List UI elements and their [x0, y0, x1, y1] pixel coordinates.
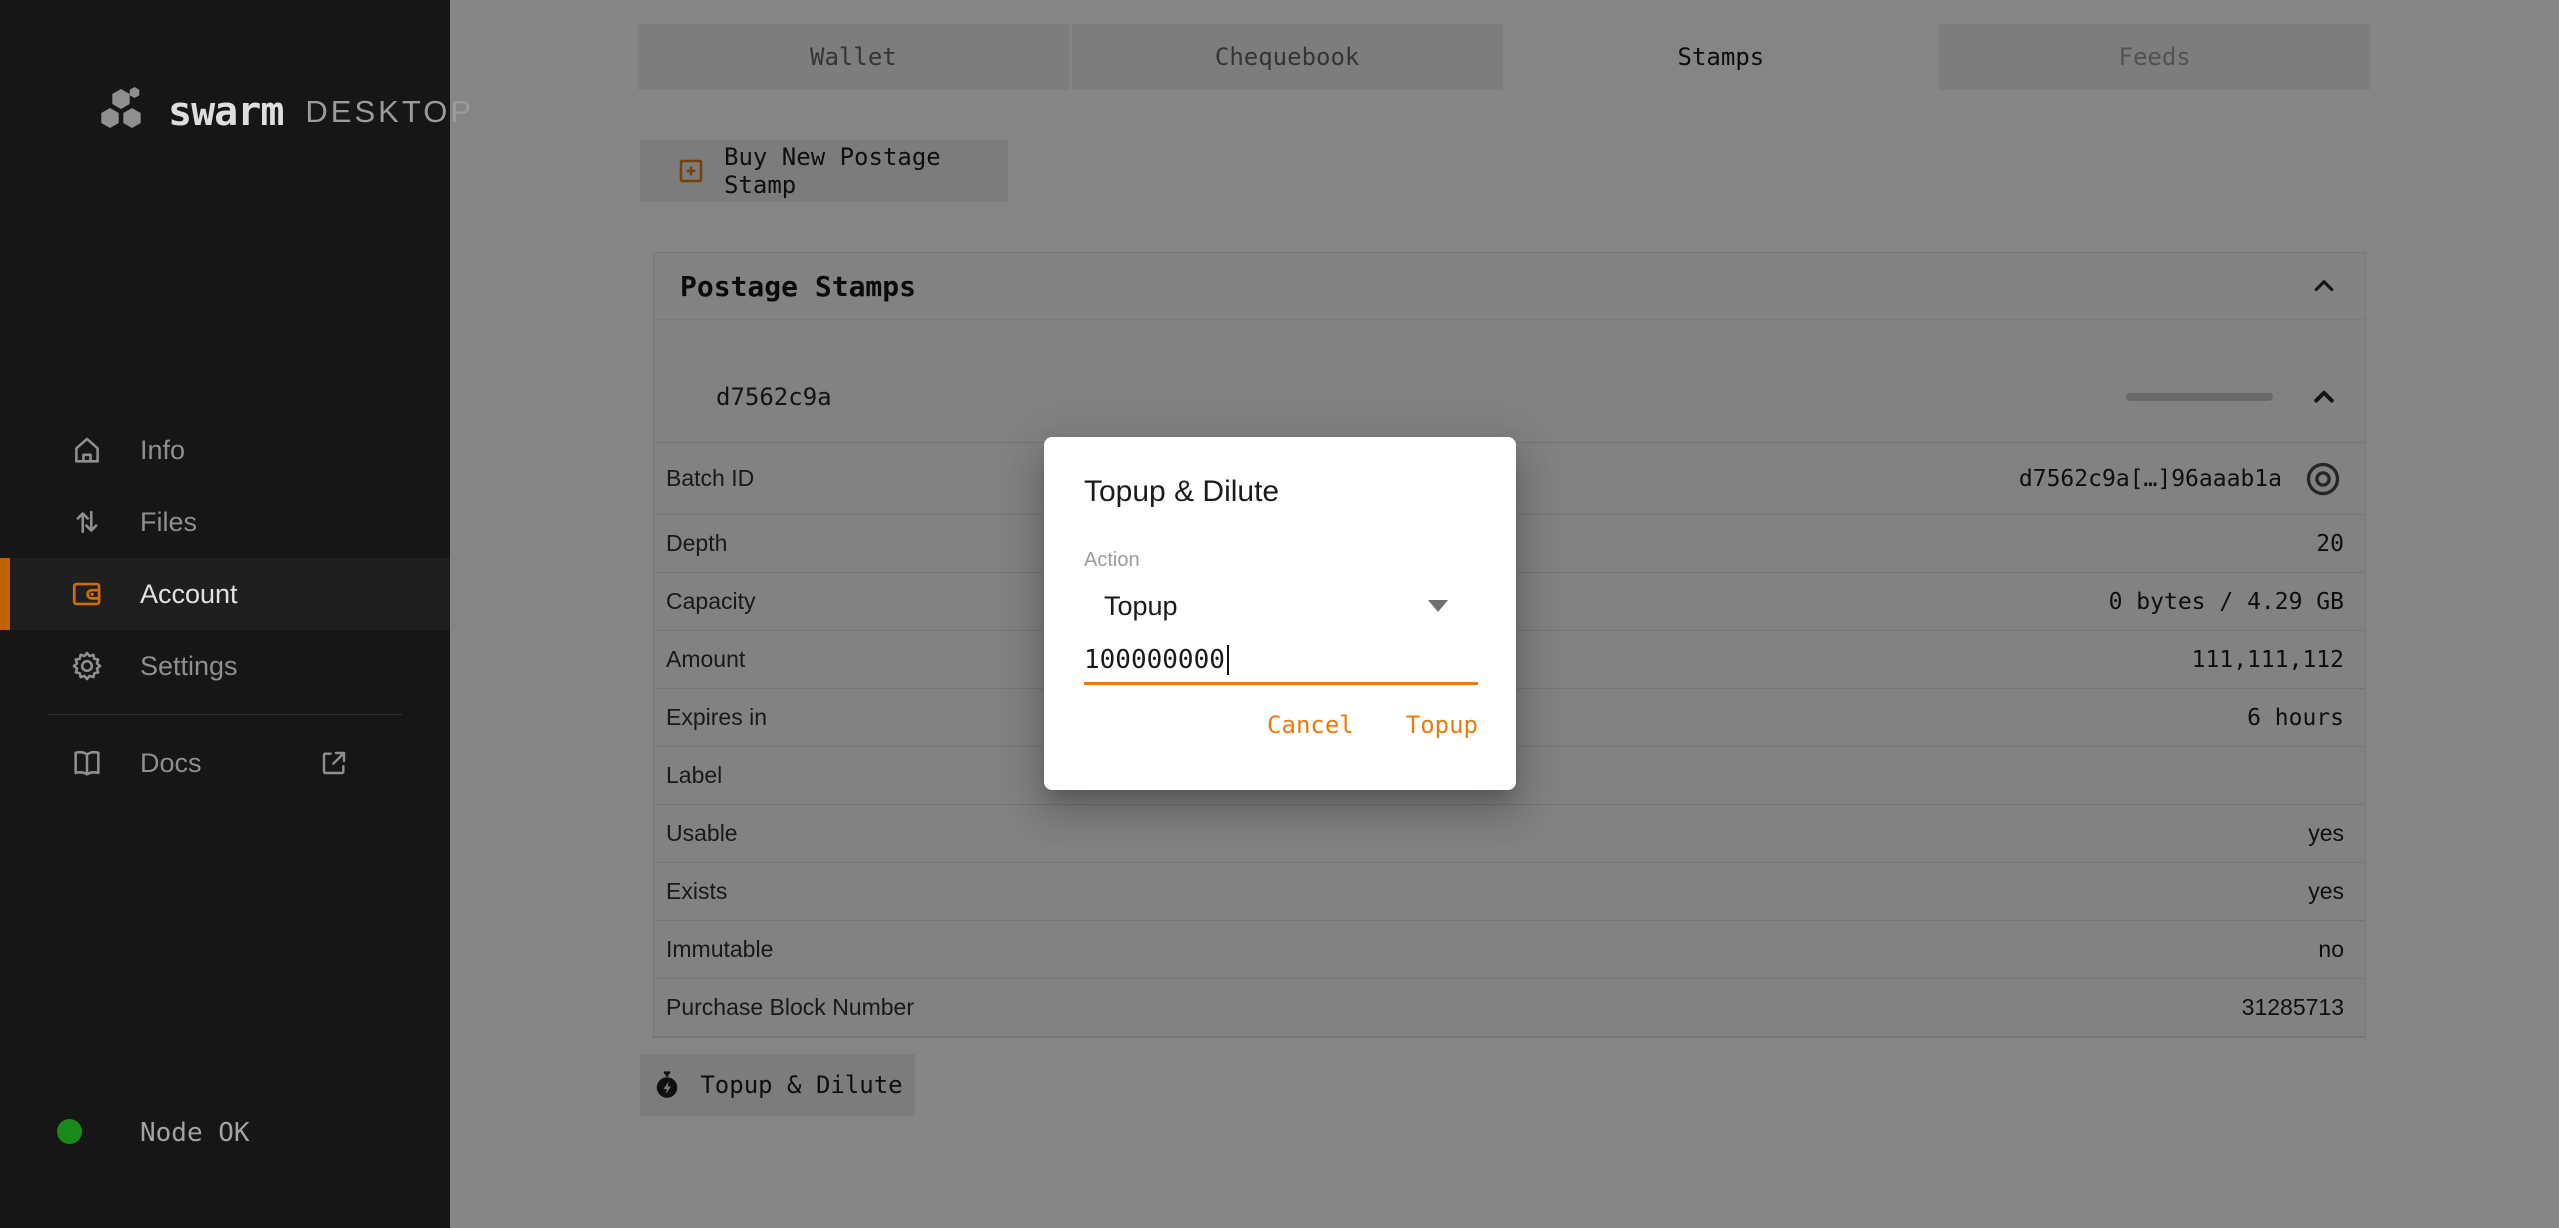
sidebar-item-settings[interactable]: Settings — [0, 630, 450, 702]
logo-product-text: DESKTOP — [305, 94, 474, 130]
sidebar: swarm DESKTOP InfoFilesAccountSettingsDo… — [0, 0, 450, 1228]
files-icon — [70, 504, 106, 540]
wallet-icon — [70, 576, 106, 612]
logo-brand-text: swarm — [168, 89, 283, 135]
swarm-hexagons-icon — [96, 84, 152, 140]
sidebar-item-info[interactable]: Info — [0, 414, 450, 486]
topup-dilute-modal: Topup & Dilute Action Topup 100000000 Ca… — [1044, 437, 1516, 790]
app-logo: swarm DESKTOP — [96, 84, 474, 140]
sidebar-divider — [48, 714, 402, 715]
dropdown-arrow-icon — [1428, 600, 1448, 612]
node-status-label: Node OK — [140, 1118, 250, 1148]
amount-input[interactable]: 100000000 — [1084, 638, 1478, 685]
action-field-label: Action — [1084, 549, 1478, 572]
sidebar-item-label: Docs — [140, 748, 202, 779]
action-select[interactable]: Topup — [1084, 584, 1478, 628]
sidebar-item-label: Settings — [140, 651, 238, 682]
book-icon — [70, 745, 106, 781]
home-icon — [70, 432, 106, 468]
sidebar-item-docs[interactable]: Docs — [0, 727, 450, 799]
gear-icon — [70, 648, 106, 684]
topup-submit-button[interactable]: Topup — [1406, 711, 1478, 739]
sidebar-item-files[interactable]: Files — [0, 486, 450, 558]
text-cursor — [1227, 645, 1229, 675]
amount-input-value: 100000000 — [1084, 645, 1225, 675]
node-status-dot — [57, 1119, 82, 1144]
action-select-value: Topup — [1104, 591, 1178, 622]
cancel-button[interactable]: Cancel — [1267, 711, 1354, 739]
node-status: Node OK — [0, 1078, 450, 1228]
sidebar-item-account[interactable]: Account — [0, 558, 450, 630]
modal-title: Topup & Dilute — [1084, 475, 1478, 509]
sidebar-nav: Info Files Account Settings Docs — [0, 414, 450, 799]
sidebar-item-label: Account — [140, 579, 238, 610]
modal-actions: Cancel Topup — [1084, 711, 1478, 739]
external-link-icon — [318, 747, 350, 779]
sidebar-item-label: Info — [140, 435, 185, 466]
sidebar-item-label: Files — [140, 507, 197, 538]
